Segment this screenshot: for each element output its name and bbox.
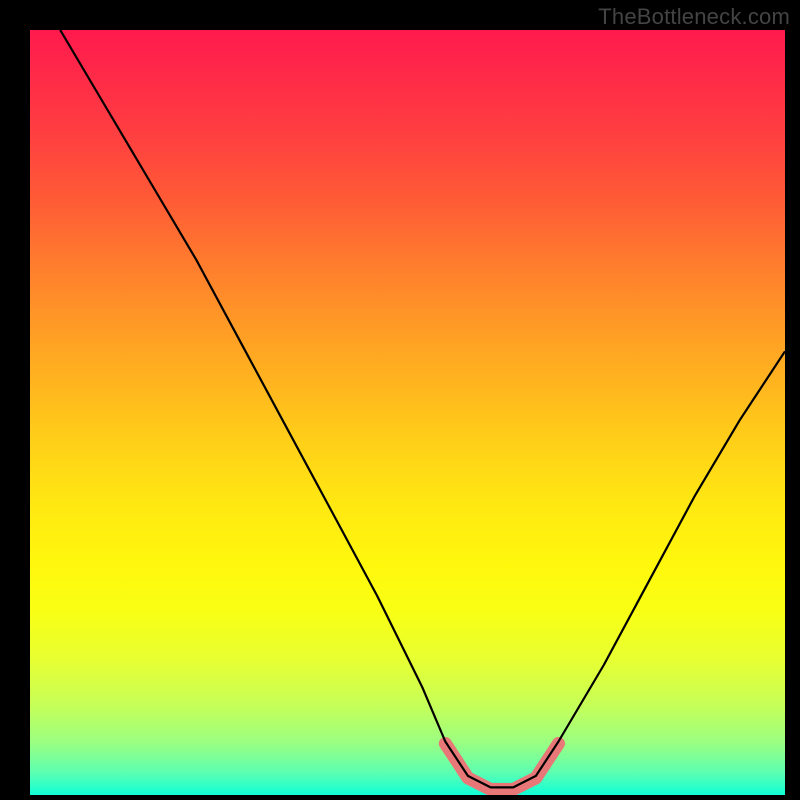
watermark-text: TheBottleneck.com xyxy=(598,4,790,30)
bottleneck-curve-path xyxy=(60,30,785,787)
chart-svg xyxy=(30,30,785,795)
chart-area xyxy=(30,30,785,795)
